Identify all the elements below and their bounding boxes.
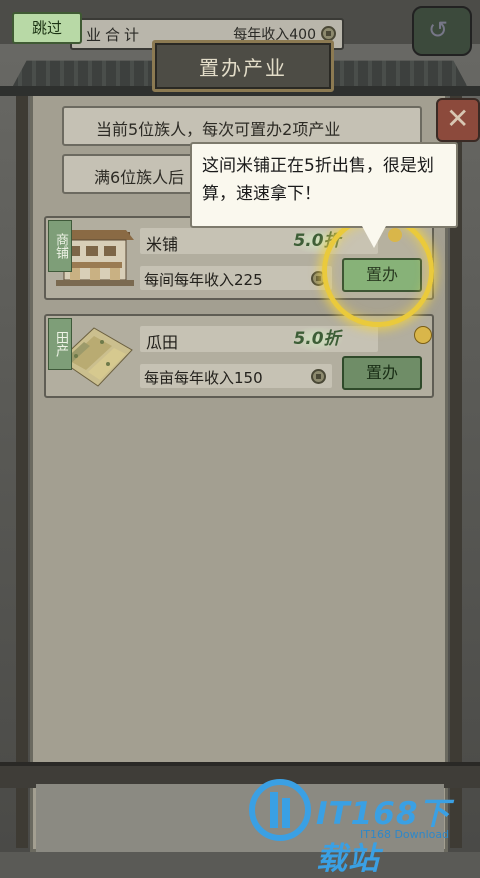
return-button[interactable]: ↺ xyxy=(412,6,472,56)
title-plaque: 置办产业 xyxy=(152,40,334,92)
coin-icon xyxy=(321,26,336,41)
property-name: 瓜田 xyxy=(146,333,179,352)
buy-button[interactable]: 置办 xyxy=(342,356,422,390)
member-info-box: 当前5位族人，每次可置办2项产业 xyxy=(62,106,422,146)
unlock-info-text: 满6位族人后 xyxy=(94,168,185,187)
watermark-logo-icon xyxy=(249,779,311,841)
coin-icon xyxy=(388,228,402,242)
skip-button[interactable]: 跳过 xyxy=(12,12,82,44)
property-income-bar: 每间每年收入225 xyxy=(140,266,332,290)
watermark: IT168下载站 IT168 Download xyxy=(248,772,480,877)
member-info-text: 当前5位族人，每次可置办2项产业 xyxy=(96,120,341,139)
tooltip-text: 这间米铺正在5折出售，很是划算，速速拿下！ xyxy=(202,156,434,204)
property-income: 每亩每年收入150 xyxy=(144,369,263,387)
property-income: 每间每年收入225 xyxy=(144,271,263,289)
coin-icon xyxy=(311,369,326,384)
discount-badge: 5.0折 xyxy=(290,326,344,352)
property-name: 米铺 xyxy=(146,235,179,254)
close-button[interactable]: ✕ xyxy=(436,98,480,142)
return-arrow-icon: ↺ xyxy=(428,16,449,44)
total-label: 业合计 xyxy=(86,26,144,44)
tooltip-tail xyxy=(362,226,386,248)
page-title: 置办产业 xyxy=(199,56,287,80)
property-income-bar: 每亩每年收入150 xyxy=(140,364,332,388)
left-pillar xyxy=(16,88,28,848)
tutorial-tooltip: 这间米铺正在5折出售，很是划算，速速拿下！ xyxy=(190,142,458,228)
watermark-subtext: IT168 Download xyxy=(360,828,450,841)
coin-icon xyxy=(414,326,432,344)
category-tag: 田产 xyxy=(48,318,72,370)
close-icon: ✕ xyxy=(446,102,470,135)
category-tag: 商铺 xyxy=(48,220,72,272)
